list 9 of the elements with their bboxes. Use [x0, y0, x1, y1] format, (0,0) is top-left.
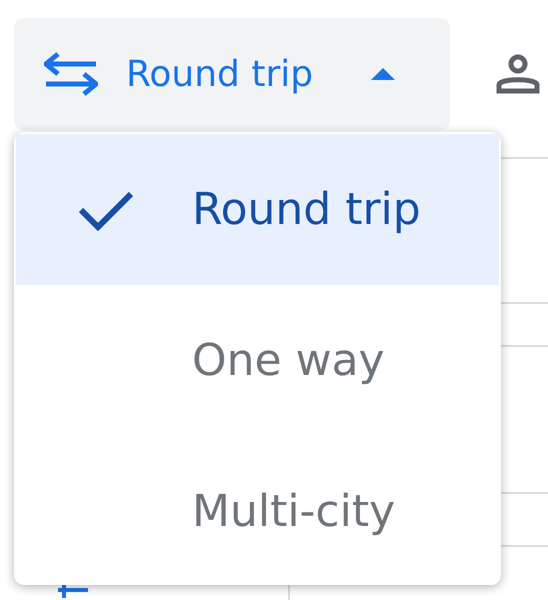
menu-option[interactable]: Multi-city: [14, 436, 501, 585]
filter-icon: [58, 582, 88, 598]
trip-type-button[interactable]: Round trip: [14, 18, 450, 130]
menu-option[interactable]: Round trip: [16, 134, 499, 285]
swap-arrows-icon: [44, 52, 98, 96]
caret-icon: [371, 68, 396, 80]
menu-option[interactable]: One way: [14, 285, 501, 436]
checkmark-icon: [78, 190, 134, 232]
person-icon[interactable]: [496, 54, 540, 94]
